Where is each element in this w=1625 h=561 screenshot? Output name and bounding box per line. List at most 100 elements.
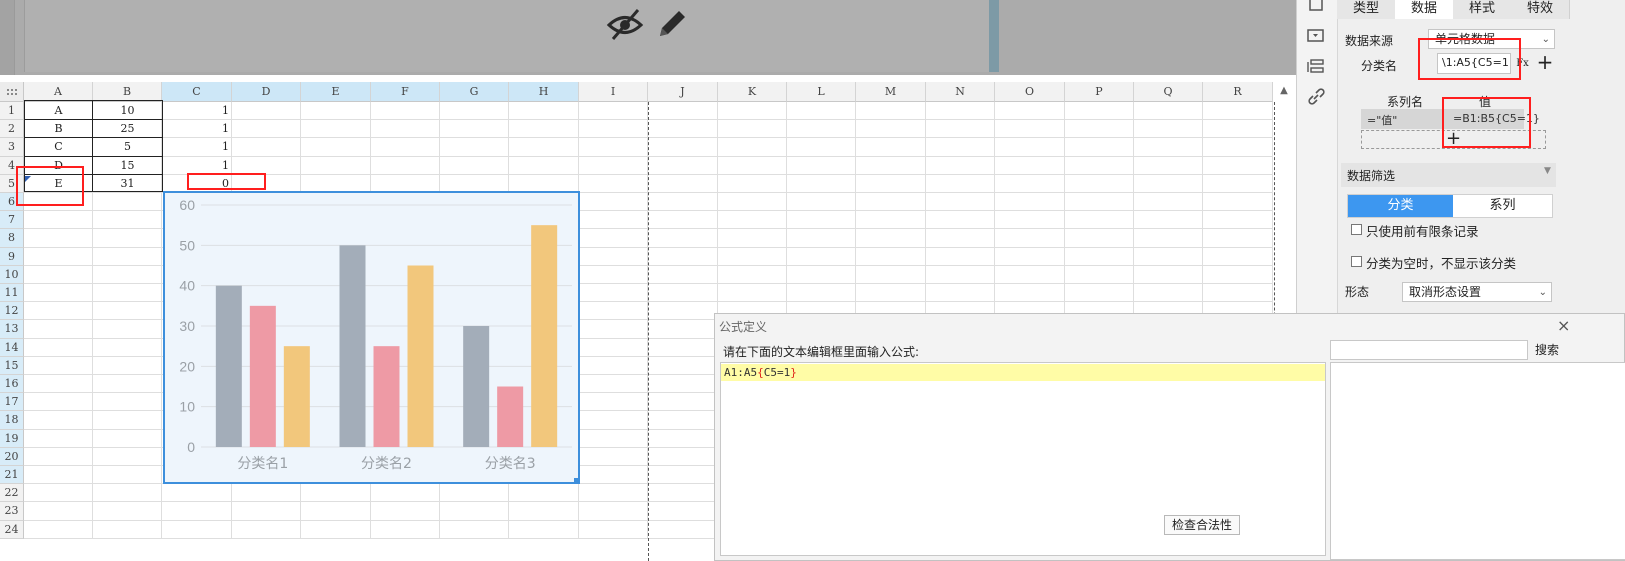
series-name-cell[interactable]: ="值" [1367,112,1397,128]
shape-select[interactable]: 取消形态设置 ⌄ [1402,282,1552,302]
column-header-i[interactable]: I [579,82,648,102]
row-header-23[interactable]: 23 [0,502,24,521]
row-header-22[interactable]: 22 [0,484,24,503]
check-validity-button[interactable]: 检查合法性 [1164,515,1240,535]
row-header-8[interactable]: 8 [0,229,24,248]
shape-value: 取消形态设置 [1409,285,1482,299]
column-header-r[interactable]: R [1203,82,1273,102]
row-header-2[interactable]: 2 [0,120,24,139]
y-tick-label: 30 [179,318,195,334]
current-line-highlight [721,364,1325,381]
data-range-divider [92,100,93,192]
condition-attribute-icon[interactable] [1306,58,1326,76]
row-header-18[interactable]: 18 [0,411,24,430]
x-tick-label: 分类名2 [361,456,412,472]
row-header-13[interactable]: 13 [0,320,24,339]
x-tick-label: 分类名1 [237,456,288,472]
cell-attribute-icon[interactable] [1306,0,1326,14]
column-header-l[interactable]: L [787,82,856,102]
add-category-button[interactable]: + [1534,51,1556,73]
bar-series-3-cat-3 [531,225,558,447]
y-tick-label: 10 [179,399,195,415]
cell-c2[interactable]: 1 [162,120,229,138]
bar-series-1-cat-2 [339,245,366,447]
pencil-icon[interactable] [653,6,689,42]
tab-data[interactable]: 数据 [1395,0,1454,19]
column-header-j[interactable]: J [648,82,718,102]
column-header-c[interactable]: C [162,82,232,102]
bar-series-3-cat-1 [283,346,310,447]
shape-label: 形态 [1345,285,1370,299]
widget-icon[interactable] [1306,28,1326,44]
formula-condition: C5=1 [763,366,791,379]
hyperlink-icon[interactable] [1306,88,1326,106]
bar-chart[interactable]: 0 10 20 30 40 50 60 分类名1 分类名2 分类名3 [163,191,580,484]
tab-style[interactable]: 样式 [1453,0,1512,19]
bar-series-1-cat-3 [463,326,490,447]
close-icon[interactable]: × [1557,316,1570,335]
function-search-input[interactable] [1330,340,1528,360]
bar-series-1-cat-1 [215,285,242,447]
cell-c3[interactable]: 1 [162,138,229,156]
row-header-1[interactable]: 1 [0,102,24,121]
row-header-9[interactable]: 9 [0,247,24,266]
filter-tab-series[interactable]: 系列 [1453,195,1552,217]
limit-records-checkbox[interactable] [1351,224,1362,235]
tab-type[interactable]: 类型 [1337,0,1396,19]
row-header-19[interactable]: 19 [0,429,24,448]
collapse-icon[interactable]: ▼ [1544,166,1551,176]
tab-effects[interactable]: 特效 [1511,0,1570,19]
column-header-a[interactable]: A [24,82,93,102]
select-all-corner[interactable] [0,82,24,102]
column-header-o[interactable]: O [995,82,1065,102]
scroll-up-icon[interactable]: ▲ [1277,82,1291,102]
row-header-20[interactable]: 20 [0,447,24,466]
formula-text[interactable]: A1:A5{C5=1} [724,364,797,381]
data-filter-section[interactable]: 数据筛选 ▼ [1341,163,1556,187]
eye-hidden-icon[interactable] [605,6,645,42]
category-label: 分类名 [1361,59,1398,73]
filter-tab-category[interactable]: 分类 [1348,195,1453,217]
column-header-n[interactable]: N [926,82,995,102]
bar-series-2-cat-1 [249,305,276,447]
chevron-down-icon: ⌄ [1538,287,1547,298]
column-header-b[interactable]: B [93,82,162,102]
chevron-down-icon: ⌄ [1541,34,1550,45]
formula-brace-open: { [757,366,764,379]
row-header-7[interactable]: 7 [0,211,24,230]
hide-empty-checkbox[interactable] [1351,256,1362,267]
bar-series-2-cat-2 [373,346,400,447]
chart-resize-handle[interactable] [574,478,579,483]
column-header-q[interactable]: Q [1134,82,1203,102]
y-tick-label: 60 [179,197,195,213]
row-header-15[interactable]: 15 [0,356,24,375]
row-header-3[interactable]: 3 [0,138,24,157]
data-filter-title: 数据筛选 [1347,169,1396,183]
column-header-h[interactable]: H [509,82,579,102]
column-header-d[interactable]: D [232,82,301,102]
row-header-21[interactable]: 21 [0,466,24,485]
y-tick-label: 20 [179,358,195,374]
limit-records-label: 只使用前有限条记录 [1366,224,1479,239]
column-header-f[interactable]: F [371,82,440,102]
column-header-g[interactable]: G [440,82,509,102]
search-button[interactable]: 搜索 [1535,340,1595,360]
column-header-e[interactable]: E [301,82,371,102]
row-header-10[interactable]: 10 [0,265,24,284]
row-header-17[interactable]: 17 [0,393,24,412]
column-header-k[interactable]: K [718,82,787,102]
row-header-24[interactable]: 24 [0,520,24,539]
highlight-series-value [1442,97,1531,148]
function-list[interactable] [1330,362,1625,560]
series-name-header: 系列名 [1387,95,1424,109]
row-header-16[interactable]: 16 [0,375,24,394]
row-header-11[interactable]: 11 [0,284,24,303]
cell-c1[interactable]: 1 [162,102,229,120]
bar-series-3-cat-2 [407,265,434,447]
row-header-14[interactable]: 14 [0,338,24,357]
top-toolbar-area [0,0,1340,75]
row-header-12[interactable]: 12 [0,302,24,321]
column-header-p[interactable]: P [1065,82,1134,102]
formula-range: A1:A5 [724,366,758,379]
column-header-m[interactable]: M [856,82,926,102]
